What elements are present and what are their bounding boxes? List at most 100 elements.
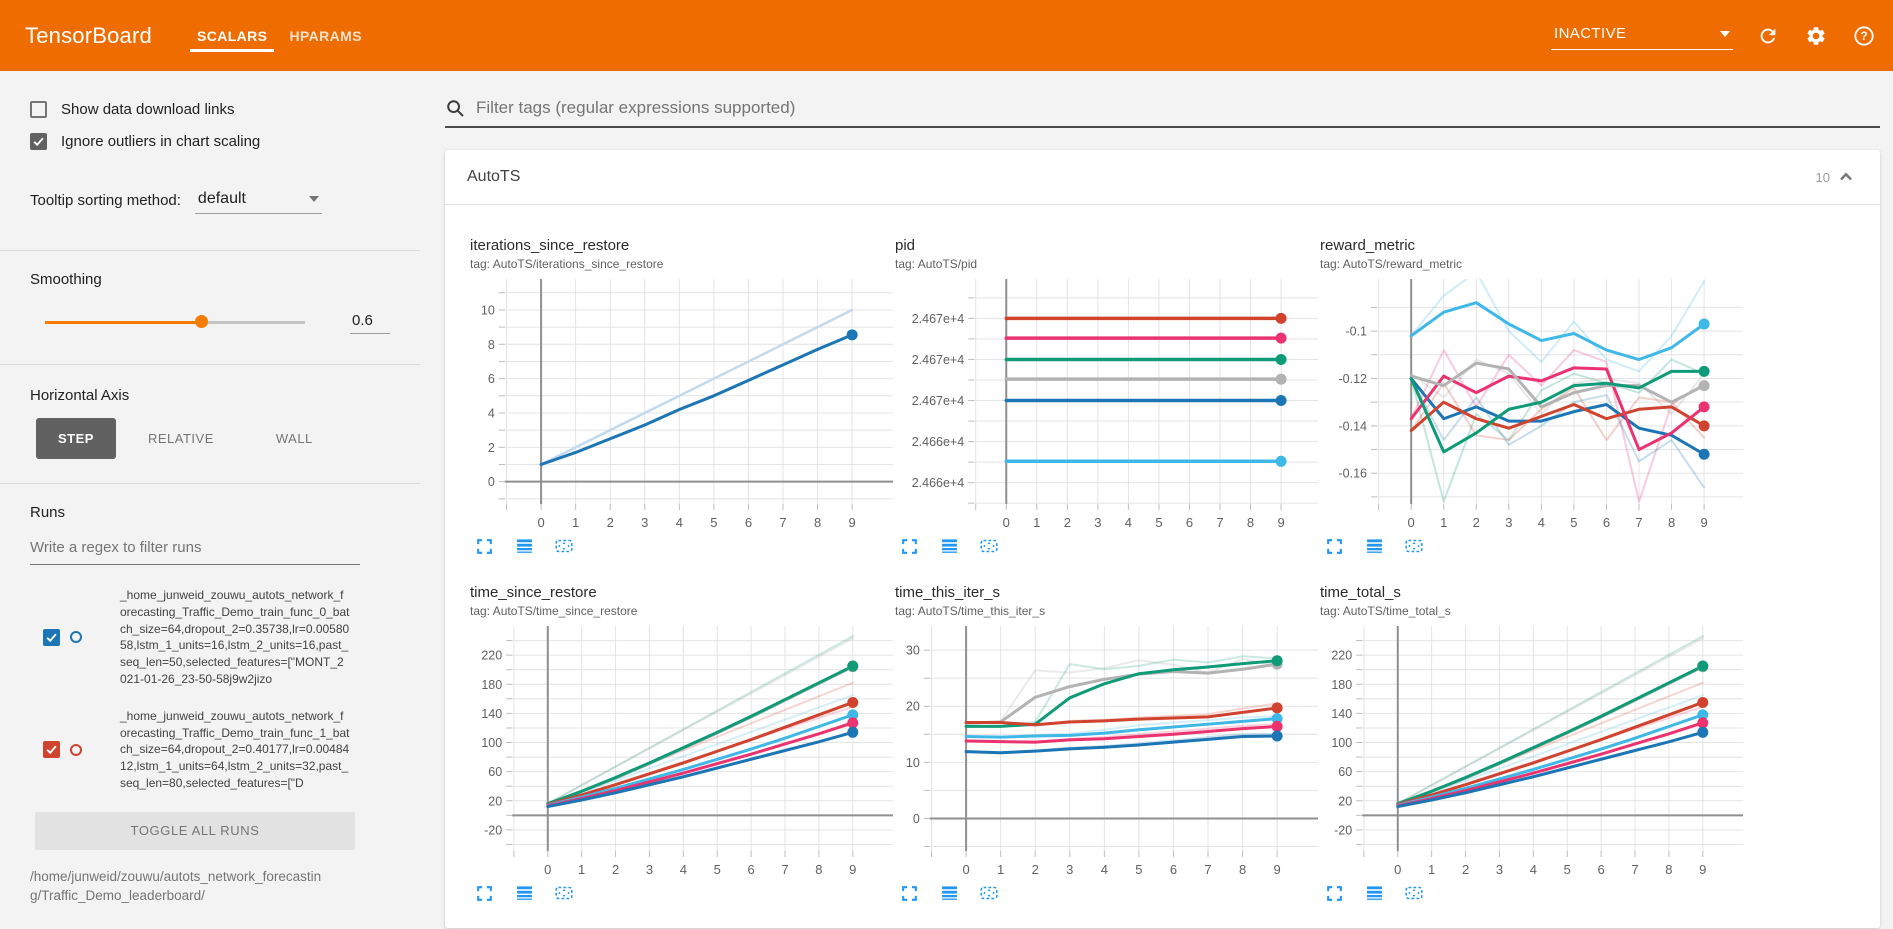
- line-chart: 2201801401006020-200123456789: [470, 626, 894, 878]
- wall-button[interactable]: WALL: [258, 418, 331, 459]
- fit-domain-icon[interactable]: [977, 534, 1001, 558]
- relative-button[interactable]: RELATIVE: [130, 418, 232, 459]
- expand-chart-icon[interactable]: [897, 534, 921, 558]
- log-scale-icon[interactable]: [512, 534, 536, 558]
- svg-text:7: 7: [1216, 515, 1223, 530]
- chart-title: pid: [895, 237, 1320, 254]
- toggle-all-runs-button[interactable]: TOGGLE ALL RUNS: [35, 812, 355, 850]
- search-icon: [445, 98, 465, 118]
- svg-text:180: 180: [481, 678, 502, 692]
- svg-text:2: 2: [1032, 862, 1039, 877]
- svg-text:20: 20: [1338, 794, 1352, 808]
- ignore-outliers-checkbox[interactable]: Ignore outliers in chart scaling: [30, 133, 390, 150]
- svg-text:2: 2: [488, 441, 495, 455]
- chevron-down-icon: [309, 196, 319, 202]
- svg-text:2.466e+4: 2.466e+4: [912, 435, 965, 449]
- svg-text:-20: -20: [484, 823, 502, 837]
- expand-chart-icon[interactable]: [897, 881, 921, 905]
- chart-tag: tag: AutoTS/iterations_since_restore: [470, 257, 895, 271]
- refresh-icon[interactable]: [1755, 23, 1781, 49]
- chevron-up-icon[interactable]: [1834, 165, 1858, 189]
- chevron-down-icon: [1720, 31, 1730, 37]
- svg-text:8: 8: [1668, 515, 1675, 530]
- tab-scalars[interactable]: SCALARS: [186, 0, 278, 71]
- tab-hparams[interactable]: HPARAMS: [278, 0, 373, 71]
- chart-title: time_total_s: [1320, 584, 1745, 601]
- show-download-links-checkbox[interactable]: Show data download links: [30, 101, 390, 118]
- expand-chart-icon[interactable]: [1322, 534, 1346, 558]
- run-checkbox[interactable]: [43, 629, 60, 646]
- svg-text:3: 3: [1496, 862, 1503, 877]
- fit-domain-icon[interactable]: [1402, 534, 1426, 558]
- sidebar: Show data download links Ignore outliers…: [0, 71, 420, 929]
- chart-series: [1398, 636, 1709, 806]
- run-radio[interactable]: [70, 631, 82, 643]
- svg-text:220: 220: [481, 649, 502, 663]
- chart-series: [1411, 279, 1709, 502]
- divider: [0, 250, 420, 251]
- svg-text:3: 3: [641, 515, 648, 530]
- svg-text:6: 6: [1186, 515, 1193, 530]
- svg-text:5: 5: [710, 515, 717, 530]
- slider-thumb[interactable]: [195, 315, 208, 328]
- svg-text:-0.14: -0.14: [1339, 419, 1368, 433]
- fit-domain-icon[interactable]: [1402, 881, 1426, 905]
- expand-chart-icon[interactable]: [1322, 881, 1346, 905]
- svg-text:6: 6: [488, 372, 495, 386]
- runs-filter-input[interactable]: [30, 535, 360, 565]
- settings-icon[interactable]: [1803, 23, 1829, 49]
- tag-filter-bar: [445, 97, 1880, 128]
- log-scale-icon[interactable]: [512, 881, 536, 905]
- chart-title: time_this_iter_s: [895, 584, 1320, 601]
- header-actions: INACTIVE ?: [1551, 21, 1877, 50]
- smoothing-label: Smoothing: [30, 271, 390, 288]
- main-area: AutoTS 10 iterations_since_restoretag: A…: [420, 71, 1893, 929]
- log-scale-icon[interactable]: [937, 881, 961, 905]
- svg-text:0: 0: [913, 812, 920, 826]
- log-scale-icon[interactable]: [1362, 534, 1386, 558]
- svg-text:2.467e+4: 2.467e+4: [912, 353, 965, 367]
- tooltip-sorting-dropdown[interactable]: default: [195, 188, 322, 214]
- help-icon[interactable]: ?: [1851, 23, 1877, 49]
- smoothing-value[interactable]: 0.6: [350, 310, 390, 334]
- chart-tag: tag: AutoTS/pid: [895, 257, 1320, 271]
- step-button[interactable]: STEP: [36, 418, 116, 459]
- fit-domain-icon[interactable]: [552, 881, 576, 905]
- expand-chart-icon[interactable]: [472, 881, 496, 905]
- svg-text:5: 5: [714, 862, 721, 877]
- runs-list: _home_junweid_zouwu_autots_network_forec…: [30, 587, 390, 792]
- svg-text:3: 3: [646, 862, 653, 877]
- card-title: AutoTS: [467, 168, 520, 186]
- smoothing-slider[interactable]: [45, 315, 305, 329]
- status-dropdown[interactable]: INACTIVE: [1551, 21, 1733, 50]
- run-checkbox[interactable]: [43, 741, 60, 758]
- chart-series: [1006, 313, 1286, 467]
- line-chart: 2201801401006020-200123456789: [1320, 626, 1744, 878]
- card-header[interactable]: AutoTS 10: [445, 150, 1880, 205]
- log-scale-icon[interactable]: [1362, 881, 1386, 905]
- svg-text:0: 0: [488, 475, 495, 489]
- tooltip-sorting-value: default: [198, 190, 246, 208]
- tag-filter-input[interactable]: [474, 97, 1880, 119]
- svg-text:8: 8: [1247, 515, 1254, 530]
- chart-title: iterations_since_restore: [470, 237, 895, 254]
- log-scale-icon[interactable]: [937, 534, 961, 558]
- chart-iterations_since_restore: iterations_since_restore tag: AutoTS/iter…: [470, 237, 895, 558]
- svg-text:6: 6: [748, 862, 755, 877]
- svg-text:2.467e+4: 2.467e+4: [912, 394, 965, 408]
- svg-text:2: 2: [607, 515, 614, 530]
- chart-reward_metric: reward_metrictag: AutoTS/reward_metric-0…: [1320, 237, 1745, 558]
- svg-text:140: 140: [481, 707, 502, 721]
- fit-domain-icon[interactable]: [552, 534, 576, 558]
- svg-text:0: 0: [537, 515, 544, 530]
- svg-text:0: 0: [1003, 515, 1010, 530]
- svg-text:8: 8: [814, 515, 821, 530]
- svg-text:-0.12: -0.12: [1339, 372, 1368, 386]
- svg-text:5: 5: [1564, 862, 1571, 877]
- divider: [0, 483, 420, 484]
- run-radio[interactable]: [70, 744, 82, 756]
- fit-domain-icon[interactable]: [977, 881, 1001, 905]
- svg-text:6: 6: [1603, 515, 1610, 530]
- expand-chart-icon[interactable]: [472, 534, 496, 558]
- svg-text:9: 9: [1277, 515, 1284, 530]
